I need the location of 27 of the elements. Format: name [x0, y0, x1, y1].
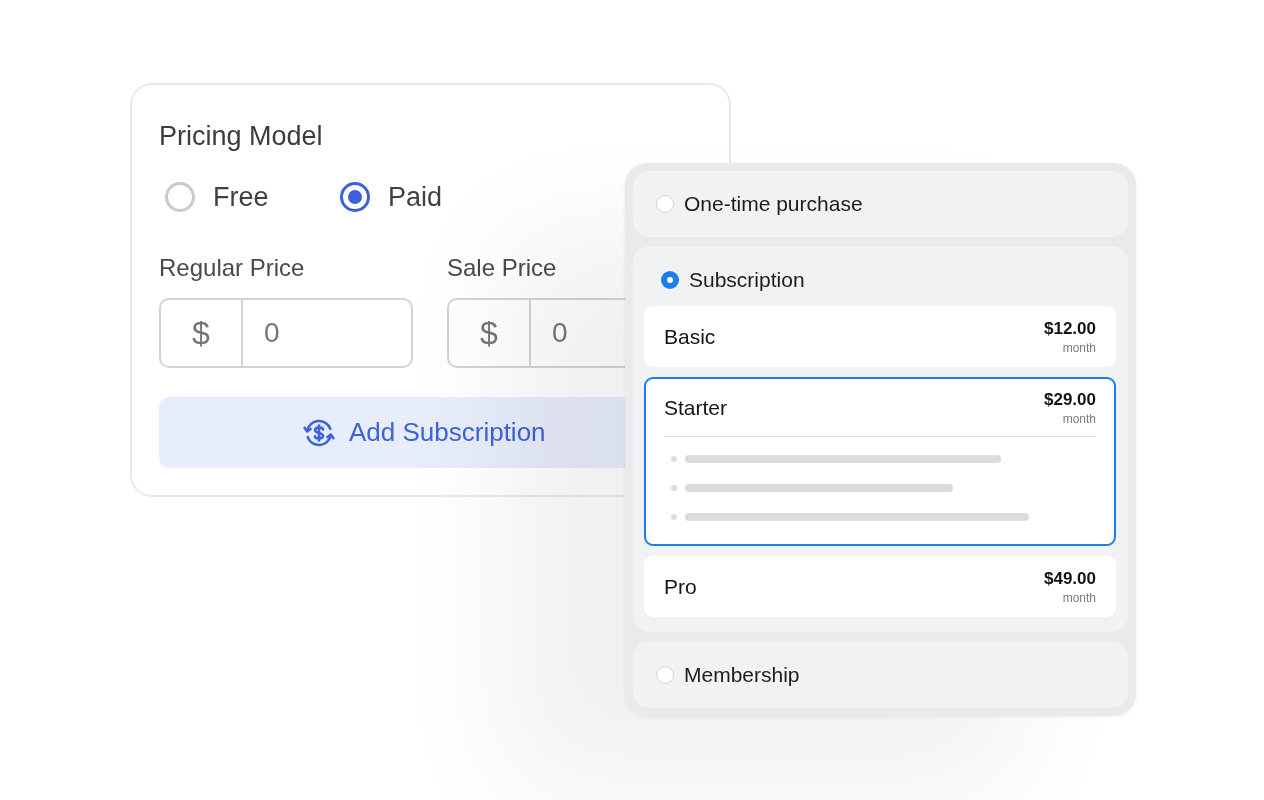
- radio-label: Free: [213, 181, 269, 213]
- radio-label: Subscription: [689, 268, 805, 292]
- plan-name: Pro: [664, 574, 697, 599]
- price-input[interactable]: 0: [243, 298, 413, 368]
- add-subscription-button[interactable]: Add Subscription: [159, 397, 625, 468]
- plan-price: $29.00: [1044, 389, 1096, 410]
- radio-label: Paid: [388, 181, 443, 213]
- field-label: Regular Price: [159, 253, 305, 282]
- billing-period: month: [1062, 590, 1096, 605]
- plan-price: $12.00: [1044, 318, 1096, 339]
- plan-name: Starter: [664, 395, 728, 420]
- plan-card[interactable]: Pro $49.00 month: [644, 556, 1116, 617]
- price-input[interactable]: 0: [531, 298, 625, 368]
- plan-price: $49.00: [1044, 568, 1096, 589]
- currency-prefix: $: [159, 298, 243, 368]
- card-title: Pricing Model: [159, 121, 323, 152]
- radio-button[interactable]: [340, 182, 370, 212]
- radio-button[interactable]: [661, 271, 679, 289]
- radio-label: Membership: [684, 662, 800, 687]
- field-label: Sale Price: [447, 253, 557, 282]
- currency-prefix: $: [447, 298, 531, 368]
- plan-card[interactable]: Starter $29.00 month: [644, 377, 1116, 546]
- radio-label: One-time purchase: [684, 192, 863, 216]
- plan-card[interactable]: Basic $12.00 month: [644, 306, 1116, 367]
- billing-period: month: [1062, 340, 1096, 355]
- plan-name: Basic: [664, 324, 716, 349]
- billing-period: month: [1062, 411, 1096, 426]
